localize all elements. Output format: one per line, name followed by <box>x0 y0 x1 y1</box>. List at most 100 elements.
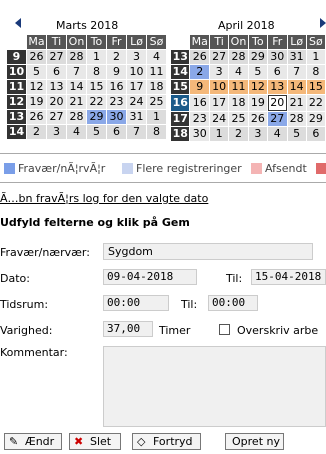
calendar-day[interactable]: 19 <box>27 95 46 109</box>
calendar-day[interactable]: 2 <box>27 125 46 139</box>
calendar-day[interactable]: 30 <box>267 50 287 64</box>
calendar-day[interactable]: 1 <box>87 50 106 64</box>
next-month-arrow-icon[interactable] <box>320 18 326 28</box>
time-to-field[interactable]: 00:00 <box>208 295 258 311</box>
calendar-day[interactable]: 21 <box>287 95 306 111</box>
date-from-field[interactable]: 09-04-2018 <box>103 269 197 285</box>
calendar-day[interactable]: 26 <box>27 110 46 124</box>
calendar-day[interactable]: 19 <box>248 95 267 111</box>
week-number[interactable]: 13 <box>7 110 26 124</box>
calendar-day[interactable]: 12 <box>248 80 267 94</box>
create-new-button[interactable]: Opret ny <box>225 433 284 450</box>
calendar-day[interactable]: 3 <box>210 65 229 79</box>
week-number[interactable]: 18 <box>171 127 190 141</box>
calendar-day[interactable]: 4 <box>67 125 86 139</box>
calendar-day[interactable]: 1 <box>306 50 325 64</box>
calendar-day[interactable]: 22 <box>306 95 325 111</box>
calendar-day[interactable]: 28 <box>67 50 86 64</box>
calendar-day[interactable]: 28 <box>229 50 248 64</box>
week-number[interactable]: 16 <box>171 95 190 111</box>
calendar-day[interactable]: 12 <box>27 80 46 94</box>
calendar-day[interactable]: 28 <box>67 110 86 124</box>
edit-button[interactable]: ✎ Ændr <box>4 433 62 450</box>
calendar-day[interactable]: 8 <box>306 65 325 79</box>
calendar-day[interactable]: 23 <box>190 112 210 126</box>
calendar-day[interactable]: 15 <box>306 80 325 94</box>
calendar-day[interactable]: 21 <box>67 95 86 109</box>
calendar-day[interactable]: 11 <box>229 80 248 94</box>
calendar-day[interactable]: 14 <box>67 80 86 94</box>
calendar-day[interactable]: 8 <box>87 65 106 79</box>
calendar-day[interactable]: 13 <box>47 80 66 94</box>
overwrite-checkbox[interactable] <box>219 324 230 335</box>
calendar-day[interactable]: 27 <box>47 50 66 64</box>
calendar-day[interactable]: 16 <box>190 95 210 111</box>
calendar-day[interactable]: 17 <box>210 95 229 111</box>
calendar-day[interactable]: 27 <box>210 50 229 64</box>
calendar-day[interactable]: 5 <box>248 65 267 79</box>
calendar-day[interactable]: 4 <box>147 50 166 64</box>
week-number[interactable]: 13 <box>171 50 190 64</box>
calendar-day[interactable]: 5 <box>27 65 46 79</box>
calendar-day[interactable]: 2 <box>107 50 126 64</box>
calendar-day[interactable]: 25 <box>147 95 166 109</box>
calendar-day[interactable]: 2 <box>229 127 248 141</box>
calendar-day[interactable]: 6 <box>107 125 126 139</box>
comment-textarea[interactable] <box>103 346 326 427</box>
week-number[interactable]: 12 <box>7 95 26 109</box>
calendar-day[interactable]: 26 <box>27 50 46 64</box>
calendar-day[interactable]: 3 <box>47 125 66 139</box>
open-absence-log-link[interactable]: Ã…bn fravÃ¦rs log for den valgte dato <box>0 192 208 205</box>
calendar-day[interactable]: 5 <box>87 125 106 139</box>
absence-type-select[interactable]: Sygdom <box>103 243 313 260</box>
calendar-day[interactable]: 9 <box>107 65 126 79</box>
prev-month-arrow-icon[interactable] <box>15 18 21 28</box>
week-number[interactable]: 11 <box>7 80 26 94</box>
calendar-day[interactable]: 14 <box>287 80 306 94</box>
calendar-day[interactable]: 4 <box>229 65 248 79</box>
calendar-day[interactable]: 4 <box>267 127 287 141</box>
calendar-day[interactable]: 5 <box>287 127 306 141</box>
calendar-day[interactable]: 9 <box>190 80 210 94</box>
calendar-day[interactable]: 6 <box>267 65 287 79</box>
calendar-day[interactable]: 28 <box>287 112 306 126</box>
calendar-day[interactable]: 24 <box>210 112 229 126</box>
calendar-day[interactable]: 16 <box>107 80 126 94</box>
calendar-day[interactable]: 18 <box>147 80 166 94</box>
calendar-day[interactable]: 7 <box>287 65 306 79</box>
calendar-day[interactable]: 22 <box>87 95 106 109</box>
calendar-day[interactable]: 29 <box>87 110 106 124</box>
calendar-day[interactable]: 31 <box>127 110 146 124</box>
calendar-day[interactable]: 8 <box>147 125 166 139</box>
week-number[interactable]: 14 <box>171 65 190 79</box>
week-number[interactable]: 10 <box>7 65 26 79</box>
week-number[interactable]: 14 <box>7 125 26 139</box>
calendar-day[interactable]: 7 <box>127 125 146 139</box>
calendar-day[interactable]: 1 <box>147 110 166 124</box>
undo-button[interactable]: ◇ Fortryd <box>132 433 201 450</box>
calendar-day[interactable]: 18 <box>229 95 248 111</box>
calendar-day[interactable]: 3 <box>248 127 267 141</box>
calendar-day[interactable]: 10 <box>210 80 229 94</box>
calendar-day[interactable]: 27 <box>267 112 287 126</box>
calendar-day[interactable]: 26 <box>248 112 267 126</box>
calendar-day[interactable]: 6 <box>306 127 325 141</box>
duration-field[interactable]: 37,00 <box>103 321 153 337</box>
calendar-day[interactable]: 29 <box>306 112 325 126</box>
calendar-day[interactable]: 29 <box>248 50 267 64</box>
calendar-day[interactable]: 6 <box>47 65 66 79</box>
calendar-day[interactable]: 23 <box>107 95 126 109</box>
week-number[interactable]: 9 <box>7 50 26 64</box>
calendar-day[interactable]: 3 <box>127 50 146 64</box>
calendar-day[interactable]: 17 <box>127 80 146 94</box>
time-from-field[interactable]: 00:00 <box>103 295 169 311</box>
calendar-day[interactable]: 25 <box>229 112 248 126</box>
calendar-day[interactable]: 30 <box>107 110 126 124</box>
calendar-day[interactable]: 20 <box>47 95 66 109</box>
calendar-day[interactable]: 27 <box>47 110 66 124</box>
delete-button[interactable]: ✖ Slet <box>69 433 121 450</box>
calendar-day[interactable]: 13 <box>267 80 287 94</box>
calendar-day[interactable]: 20 <box>267 95 287 111</box>
calendar-day[interactable]: 24 <box>127 95 146 109</box>
week-number[interactable]: 17 <box>171 112 190 126</box>
